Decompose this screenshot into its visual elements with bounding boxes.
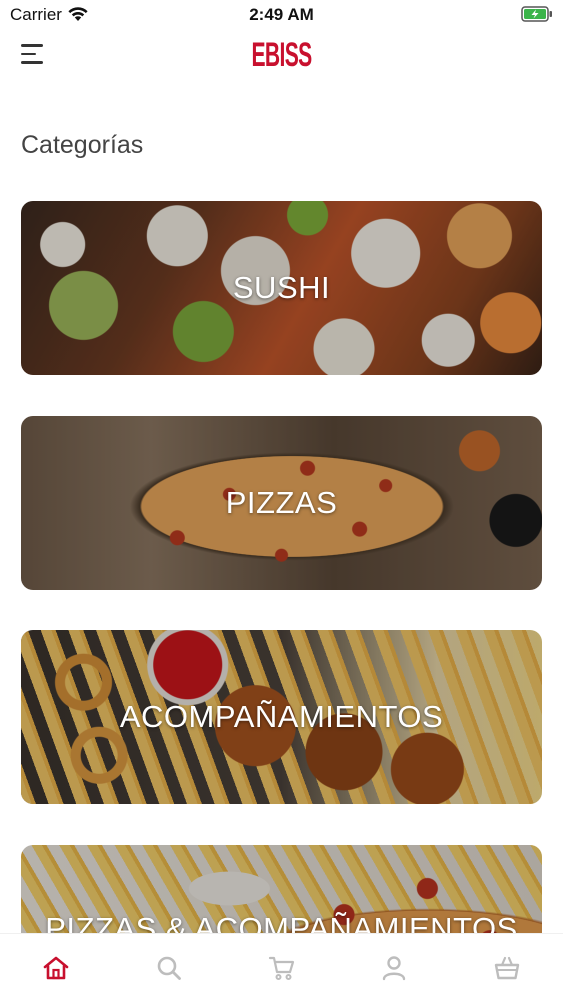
tab-cart[interactable] [268, 954, 298, 984]
tab-profile[interactable] [380, 954, 410, 984]
tab-home[interactable] [42, 954, 72, 984]
search-icon [157, 956, 181, 980]
bottom-tab-bar [0, 933, 563, 1000]
category-card-acompanamientos[interactable]: ACOMPAÑAMIENTOS [21, 630, 542, 804]
category-label: ACOMPAÑAMIENTOS [119, 699, 444, 734]
profile-icon [382, 956, 406, 981]
tab-search[interactable] [155, 954, 185, 984]
category-label: SUSHI [232, 270, 331, 305]
battery-charging-icon [521, 6, 552, 22]
category-card-sushi[interactable]: SUSHI [21, 201, 542, 375]
section-title: Categorías [21, 131, 144, 159]
brand-logo: EBISS [0, 33, 563, 77]
cart-icon [268, 956, 295, 980]
category-card-pizzas[interactable]: PIZZAS [21, 416, 542, 590]
basket-icon [494, 956, 520, 980]
tab-orders[interactable] [493, 954, 523, 984]
status-time: 2:49 AM [249, 5, 314, 24]
logo-text: EBISS [251, 36, 312, 74]
home-icon [43, 956, 69, 980]
status-bar: Carrier 2:49 AM [0, 0, 563, 30]
category-label: PIZZAS [225, 485, 338, 520]
